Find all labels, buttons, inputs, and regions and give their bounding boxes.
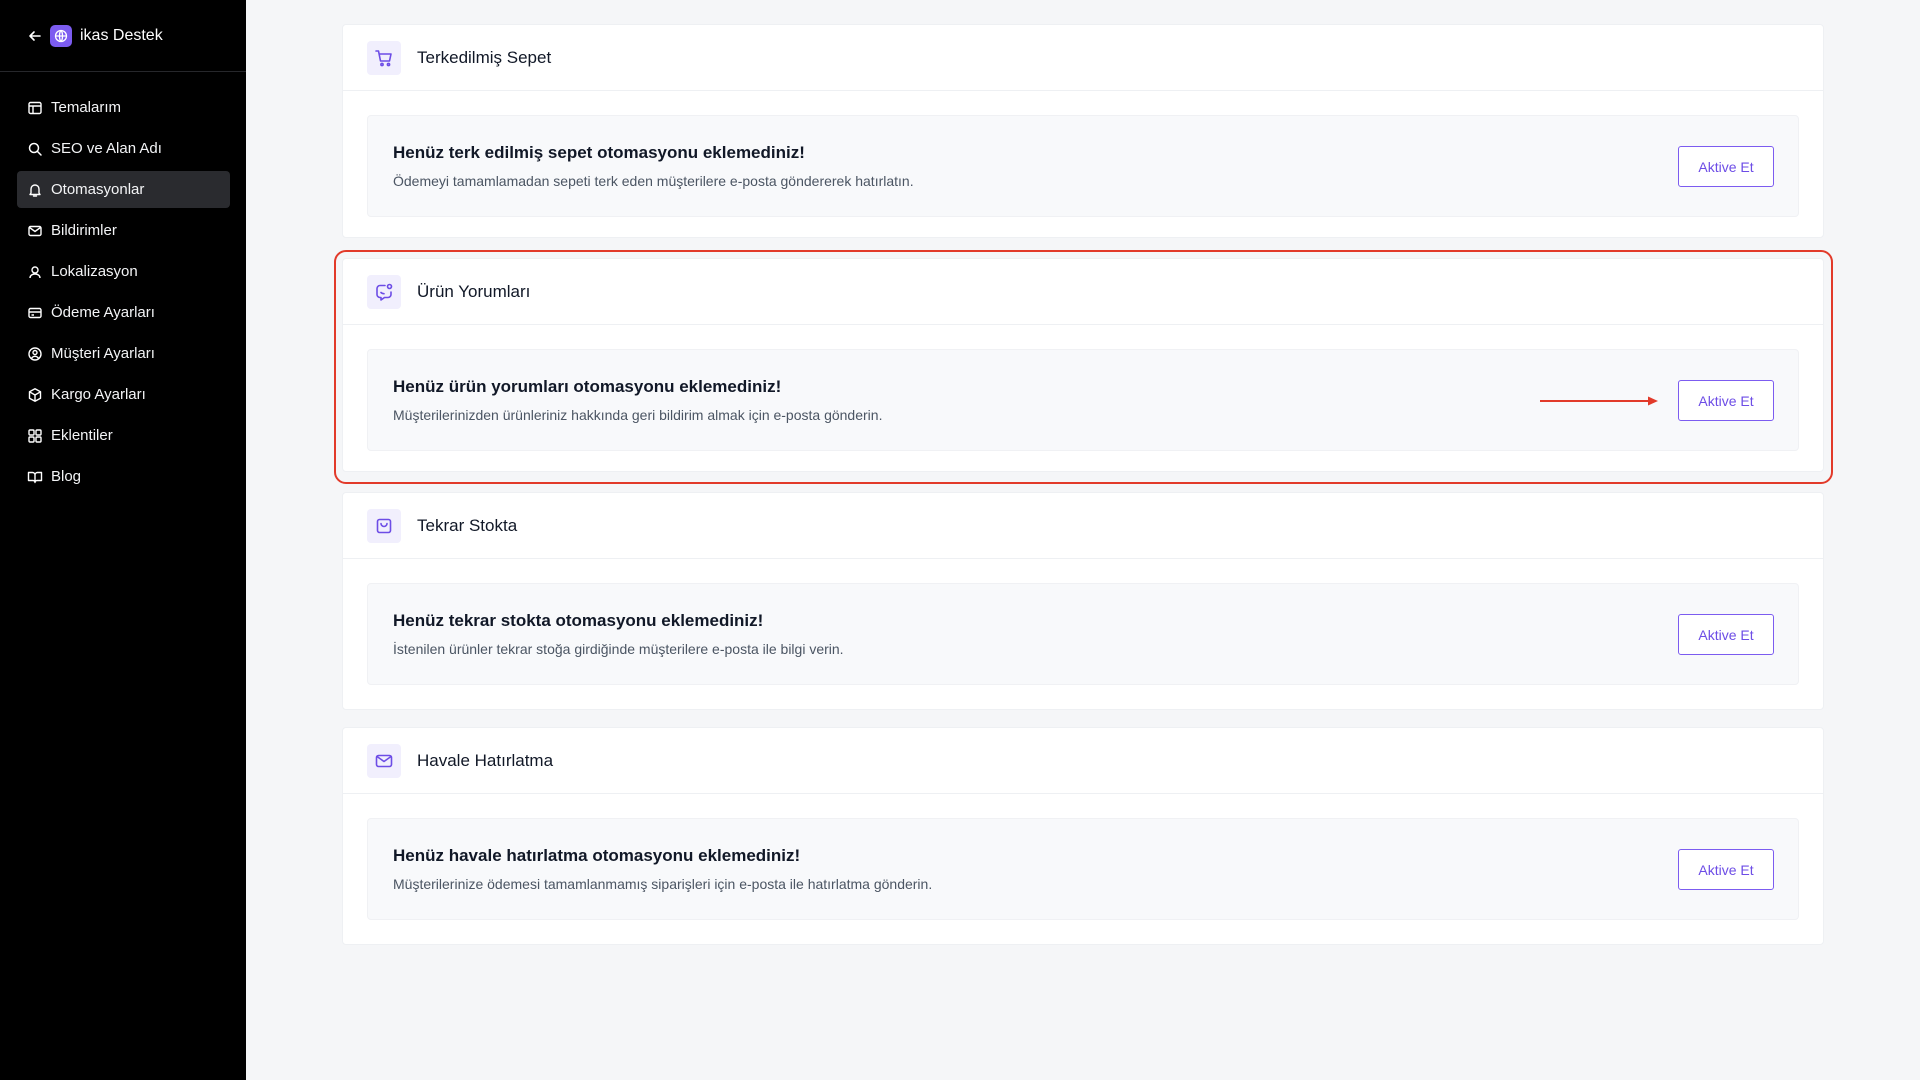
sidebar-item-label: Müşteri Ayarları	[51, 345, 155, 362]
section-abandoned-cart: Terkedilmiş Sepet Henüz terk edilmiş sep…	[342, 24, 1824, 238]
layout-icon	[27, 100, 43, 116]
bag-icon	[367, 508, 401, 543]
section-title: Terkedilmiş Sepet	[417, 47, 552, 67]
sidebar-item-kargo-ayarlari[interactable]: Kargo Ayarları	[17, 376, 230, 413]
section-transfer-reminder: Havale Hatırlatma Henüz havale hatırlatm…	[342, 727, 1824, 945]
user-circle-icon	[27, 346, 43, 362]
search-icon	[27, 141, 43, 157]
sidebar-item-temalarim[interactable]: Temalarım	[17, 89, 230, 126]
arrow-left-icon[interactable]	[26, 27, 44, 45]
section-product-reviews: Ürün Yorumları Henüz ürün yorumları otom…	[342, 258, 1824, 472]
sidebar-item-label: Lokalizasyon	[51, 263, 138, 280]
activate-button[interactable]: Aktive Et	[1678, 146, 1774, 187]
book-icon	[27, 469, 43, 485]
section-title: Ürün Yorumları	[417, 281, 531, 301]
sidebar-header: ikas Destek	[0, 0, 246, 72]
main-content: Terkedilmiş Sepet Henüz terk edilmiş sep…	[246, 0, 1920, 1080]
card-title: Henüz terk edilmiş sepet otomasyonu ekle…	[393, 143, 805, 162]
sidebar-item-bildirimler[interactable]: Bildirimler	[17, 212, 230, 249]
grid-icon	[27, 428, 43, 444]
empty-state-card: Henüz tekrar stokta otomasyonu eklemedin…	[367, 583, 1799, 685]
arrow-right-icon	[1540, 396, 1658, 406]
section-header: Havale Hatırlatma	[343, 728, 1823, 794]
cart-icon	[367, 40, 401, 75]
empty-state-card: Henüz havale hatırlatma otomasyonu eklem…	[367, 818, 1799, 920]
card-description: Müşterilerinizden ürünleriniz hakkında g…	[393, 407, 883, 423]
section-title: Havale Hatırlatma	[417, 750, 554, 770]
section-title: Tekrar Stokta	[417, 515, 518, 535]
sidebar: ikas Destek Temalarım SEO ve Alan Adı Ot…	[0, 0, 246, 1080]
box-icon	[27, 387, 43, 403]
sidebar-item-label: Kargo Ayarları	[51, 386, 146, 403]
bell-icon	[27, 182, 43, 198]
card-description: Müşterilerinize ödemesi tamamlanmamış si…	[393, 876, 933, 892]
sidebar-item-musteri-ayarlari[interactable]: Müşteri Ayarları	[17, 335, 230, 372]
activate-button[interactable]: Aktive Et	[1678, 380, 1774, 421]
sidebar-item-label: SEO ve Alan Adı	[51, 140, 162, 157]
empty-state-card: Henüz terk edilmiş sepet otomasyonu ekle…	[367, 115, 1799, 217]
activate-button[interactable]: Aktive Et	[1678, 849, 1774, 890]
sidebar-item-label: Ödeme Ayarları	[51, 304, 155, 321]
envelope-icon	[367, 743, 401, 778]
sidebar-item-odeme-ayarlari[interactable]: Ödeme Ayarları	[17, 294, 230, 331]
mail-icon	[27, 223, 43, 239]
card-description: İstenilen ürünler tekrar stoğa girdiğind…	[393, 641, 844, 657]
sidebar-item-label: Temalarım	[51, 99, 122, 116]
sidebar-item-label: Otomasyonlar	[51, 181, 145, 198]
sidebar-item-blog[interactable]: Blog	[17, 458, 230, 495]
user-pin-icon	[27, 264, 43, 280]
card-title: Henüz tekrar stokta otomasyonu eklemedin…	[393, 611, 764, 630]
sidebar-item-seo[interactable]: SEO ve Alan Adı	[17, 130, 230, 167]
globe-icon	[50, 24, 72, 47]
sidebar-item-lokalizasyon[interactable]: Lokalizasyon	[17, 253, 230, 290]
card-description: Ödemeyi tamamlamadan sepeti terk eden mü…	[393, 173, 914, 189]
sidebar-item-label: Blog	[51, 468, 82, 485]
chat-icon	[367, 274, 401, 309]
credit-card-icon	[27, 305, 43, 321]
section-header: Terkedilmiş Sepet	[343, 25, 1823, 91]
card-title: Henüz havale hatırlatma otomasyonu eklem…	[393, 846, 801, 865]
activate-button[interactable]: Aktive Et	[1678, 614, 1774, 655]
sidebar-nav: Temalarım SEO ve Alan Adı Otomasyonlar B…	[0, 72, 246, 495]
sidebar-item-label: Eklentiler	[51, 427, 113, 444]
card-title: Henüz ürün yorumları otomasyonu eklemedi…	[393, 377, 782, 396]
sidebar-item-eklentiler[interactable]: Eklentiler	[17, 417, 230, 454]
section-header: Ürün Yorumları	[343, 259, 1823, 325]
section-back-in-stock: Tekrar Stokta Henüz tekrar stokta otomas…	[342, 492, 1824, 710]
section-header: Tekrar Stokta	[343, 493, 1823, 559]
sidebar-item-label: Bildirimler	[51, 222, 117, 239]
sidebar-item-otomasyonlar[interactable]: Otomasyonlar	[17, 171, 230, 208]
store-name[interactable]: ikas Destek	[80, 27, 163, 45]
